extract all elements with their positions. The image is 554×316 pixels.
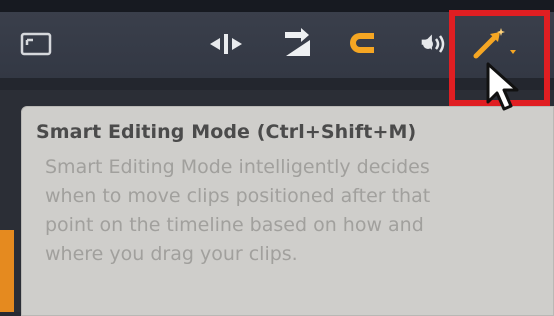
tooltip-body-line: where you drag your clips. <box>45 243 298 265</box>
tooltip: Smart Editing Mode (Ctrl+Shift+M) Smart … <box>21 106 554 316</box>
tooltip-body-line: Smart Editing Mode intelligently decides <box>45 156 430 178</box>
screen-icon[interactable] <box>20 32 52 56</box>
tooltip-body: Smart Editing Mode intelligently decides… <box>36 153 543 269</box>
ripple-edit-icon[interactable] <box>282 28 314 58</box>
mouse-cursor-icon <box>484 62 524 118</box>
tooltip-title: Smart Editing Mode (Ctrl+Shift+M) <box>36 121 417 143</box>
split-icon[interactable] <box>208 33 244 55</box>
magnet-icon[interactable] <box>348 30 378 56</box>
tooltip-body-line: when to move clips positioned after that <box>45 185 431 207</box>
timeline-clip-edge <box>0 230 14 312</box>
tooltip-body-line: point on the timeline based on how and <box>45 214 424 236</box>
audio-scrub-icon[interactable] <box>416 32 448 56</box>
